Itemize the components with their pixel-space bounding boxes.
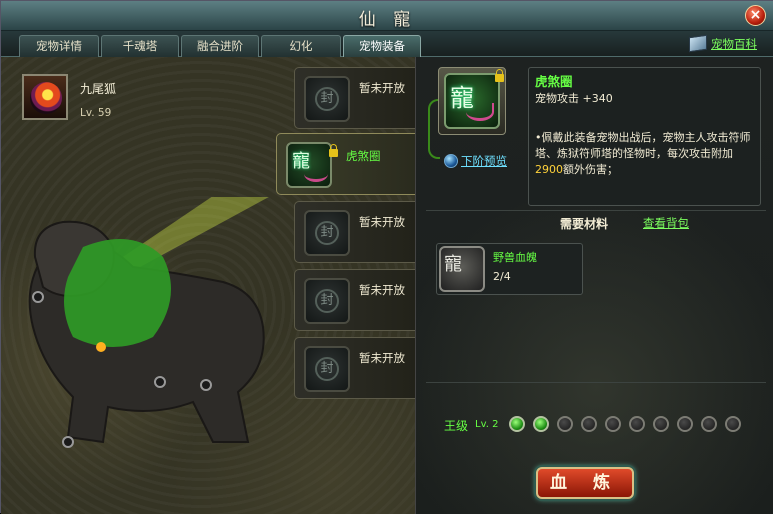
swirl-icon — [304, 166, 328, 182]
tab-fusion-advance[interactable]: 融合进阶 — [181, 35, 259, 57]
slot-label: 暂未开放 — [359, 351, 405, 365]
tab-pet-equipment[interactable]: 宠物装备 — [343, 35, 421, 57]
pet-window: 仙 寵 × 宠物详情 千魂塔 融合进阶 幻化 宠物装备 宠物百科 九尾狐 Lv.… — [0, 0, 773, 514]
collar-gem — [96, 342, 106, 352]
level-dot — [605, 416, 621, 432]
tab-bar: 宠物详情 千魂塔 融合进阶 幻化 宠物装备 宠物百科 — [1, 31, 773, 57]
slot-icon: 封 — [304, 76, 350, 122]
material-name: 野兽血魄 — [493, 251, 537, 264]
beast-blood-soul-icon: 寵 — [439, 246, 485, 292]
close-button[interactable]: × — [745, 5, 766, 26]
title-bar: 仙 寵 × — [1, 1, 773, 31]
next-tier-preview-link[interactable]: 下阶预览 — [461, 153, 507, 169]
socket — [32, 291, 44, 303]
slot-label: 暂未开放 — [359, 81, 405, 95]
equip-slot-2[interactable]: 寵 虎煞圈 — [276, 133, 416, 195]
seal-icon: 封 — [315, 87, 339, 111]
effect-text-part: •佩戴此装备宠物出战后，宠物主人攻击符师塔、炼狱符师塔的怪物时，每次攻击附加 — [535, 131, 751, 160]
item-stat: 宠物攻击 +340 — [535, 92, 613, 105]
book-icon — [689, 34, 707, 53]
slot-icon: 封 — [304, 346, 350, 392]
seal-icon: 封 — [315, 289, 339, 313]
pet-encyclopedia-link[interactable]: 宠物百科 — [689, 34, 757, 54]
item-effect-text: •佩戴此装备宠物出战后，宠物主人攻击符师塔、炼狱符师塔的怪物时，每次攻击附加 29… — [535, 130, 757, 178]
required-materials-title: 需要材料 — [560, 217, 609, 231]
level-dot — [581, 416, 597, 432]
rank-label: 王级 — [444, 419, 469, 433]
material-count: 2/4 — [493, 270, 511, 283]
level-dot — [701, 416, 717, 432]
pet-level: Lv. 59 — [80, 107, 112, 119]
equip-slot-1[interactable]: 封 暂未开放 — [294, 67, 416, 129]
slot-label: 暂未开放 — [359, 215, 405, 229]
swirl-icon — [466, 103, 494, 121]
level-dot — [677, 416, 693, 432]
level-dot — [653, 416, 669, 432]
divider — [426, 382, 766, 383]
slot-icon: 封 — [304, 210, 350, 256]
equipped-item-frame[interactable]: 寵 — [438, 67, 506, 135]
nine-tailed-fox-avatar — [30, 82, 62, 114]
equip-slot-3[interactable]: 封 暂未开放 — [294, 201, 416, 263]
lock-icon — [329, 144, 338, 157]
equipment-detail-panel: 寵 下阶预览 虎煞圈 宠物攻击 +340 •佩戴此装备宠物出战后，宠物主人攻击符… — [415, 57, 773, 514]
seal-icon: 封 — [315, 221, 339, 245]
tiger-ring-icon: 寵 — [444, 73, 500, 129]
level-dot — [725, 416, 741, 432]
material-glyph: 寵 — [444, 254, 462, 275]
orb-icon — [444, 154, 458, 168]
lock-icon — [495, 69, 504, 82]
slot-icon: 封 — [304, 278, 350, 324]
socket — [154, 376, 166, 388]
item-description-box: 虎煞圈 宠物攻击 +340 •佩戴此装备宠物出战后，宠物主人攻击符师塔、炼狱符师… — [528, 67, 761, 206]
slot-label: 暂未开放 — [359, 283, 405, 297]
socket — [200, 379, 212, 391]
effect-damage-value: 2900 — [535, 163, 563, 176]
tiger-pet-model — [28, 197, 269, 448]
effect-text-part: 额外伤害； — [563, 163, 618, 176]
tab-pet-details[interactable]: 宠物详情 — [19, 35, 99, 57]
window-title: 仙 寵 — [358, 10, 417, 30]
level-dot — [557, 416, 573, 432]
equip-slot-4[interactable]: 封 暂未开放 — [294, 269, 416, 331]
item-name: 虎煞圈 — [535, 74, 573, 89]
rank-level: Lv. 2 — [475, 419, 499, 430]
pet-portrait[interactable] — [22, 74, 68, 120]
tiger-ring-icon: 寵 — [286, 142, 338, 188]
tab-transform[interactable]: 幻化 — [261, 35, 341, 57]
blood-refine-button[interactable]: 血 炼 — [536, 467, 634, 499]
socket — [62, 436, 74, 448]
material-item[interactable]: 寵 野兽血魄 2/4 — [436, 243, 583, 295]
divider — [426, 210, 766, 211]
level-dot — [533, 416, 549, 432]
level-dot — [509, 416, 525, 432]
slot-label: 虎煞圈 — [346, 149, 381, 163]
green-mane — [64, 239, 171, 347]
equip-slot-5[interactable]: 封 暂未开放 — [294, 337, 416, 399]
view-bag-link[interactable]: 查看背包 — [643, 215, 689, 231]
tab-soul-tower[interactable]: 千魂塔 — [101, 35, 179, 57]
pet-display-panel: 九尾狐 Lv. 59 封 暂未开放 寵 虎煞圈 封 暂未开放 封 暂未开放 封 … — [1, 57, 416, 514]
seal-icon: 封 — [315, 357, 339, 381]
pet-name: 九尾狐 — [80, 82, 117, 96]
level-dot — [629, 416, 645, 432]
encyclopedia-label: 宠物百科 — [711, 37, 757, 51]
